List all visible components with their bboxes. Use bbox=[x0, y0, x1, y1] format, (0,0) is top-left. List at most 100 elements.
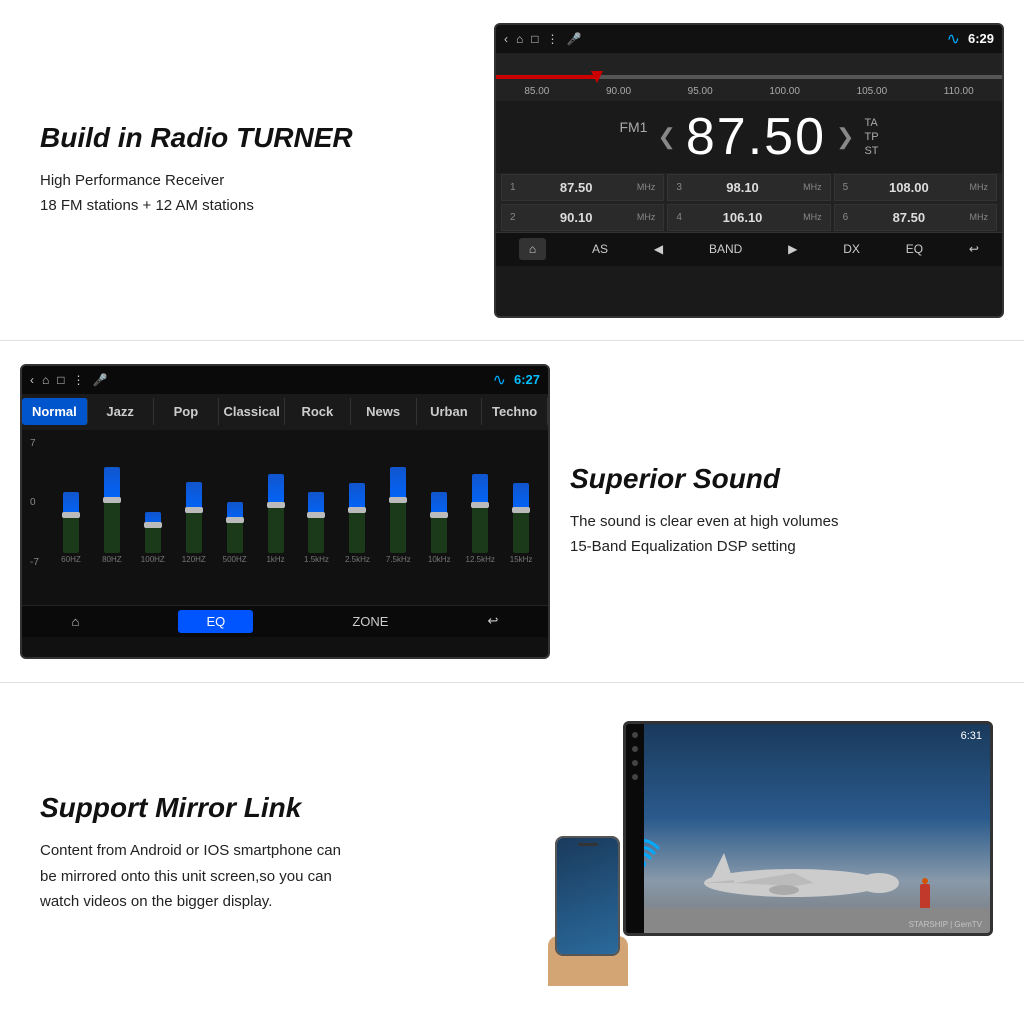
eq-mode-techno[interactable]: Techno bbox=[482, 398, 548, 425]
eq-mic-icon[interactable]: 🎤 bbox=[93, 373, 108, 387]
radio-freq-value: 87.50 bbox=[686, 107, 826, 167]
mirror-time: 6:31 bbox=[961, 730, 982, 742]
preset-1[interactable]: 187.50MHz bbox=[501, 174, 664, 201]
radio-dx-button[interactable]: DX bbox=[843, 242, 860, 256]
eq-bands: 60HZ 80HZ bbox=[52, 438, 540, 568]
radio-screen-wrap: ‹ ⌂ □ ⋮ 🎤 ∿ 6:29 bbox=[494, 23, 1004, 318]
eq-label-1_5khz: 1.5kHz bbox=[304, 555, 329, 564]
eq-mode-pop[interactable]: Pop bbox=[154, 398, 220, 425]
mirror-visual: 6:31 STARSHIP | GemTV bbox=[543, 721, 993, 986]
eq-home-button[interactable]: ⌂ bbox=[72, 614, 80, 629]
eq-band-12_5khz[interactable]: 12.5kHz bbox=[461, 474, 499, 564]
phone-screen bbox=[557, 838, 618, 954]
mirror-screen-wrap: 6:31 STARSHIP | GemTV bbox=[532, 721, 1004, 986]
eq-eq-button[interactable]: EQ bbox=[178, 610, 253, 633]
phone-body bbox=[555, 836, 620, 956]
eq-label-100hz: 100HZ bbox=[141, 555, 165, 564]
eq-mode-classical[interactable]: Classical bbox=[219, 398, 285, 425]
page: Build in Radio TURNER High Performance R… bbox=[0, 0, 1024, 1024]
preset-2[interactable]: 290.10MHz bbox=[501, 204, 664, 231]
eq-band-500hz[interactable]: 500HZ bbox=[216, 502, 254, 564]
eq-band-7_5khz[interactable]: 7.5kHz bbox=[379, 467, 417, 564]
eq-mode-urban[interactable]: Urban bbox=[417, 398, 483, 425]
radio-back-button[interactable]: ↩ bbox=[969, 242, 979, 256]
radio-main-display: FM1 ❮ 87.50 ❯ TA TP ST bbox=[496, 101, 1002, 173]
ta-label: TA bbox=[864, 117, 878, 129]
mirror-title: Support Mirror Link bbox=[40, 792, 512, 824]
eq-band-2_5khz[interactable]: 2.5kHz bbox=[338, 483, 376, 564]
eq-band-100hz[interactable]: 100HZ bbox=[134, 512, 172, 564]
eq-mode-jazz[interactable]: Jazz bbox=[88, 398, 154, 425]
radio-home-button[interactable]: ⌂ bbox=[519, 238, 546, 260]
freq-up-arrow[interactable]: ❯ bbox=[836, 124, 854, 150]
eq-bottom-bar: ⌂ EQ ZONE ↩ bbox=[22, 605, 548, 637]
eq-back-icon[interactable]: ‹ bbox=[30, 373, 34, 387]
eq-back-button[interactable]: ↩ bbox=[488, 613, 499, 629]
freq-labels: 85.00 90.00 95.00 100.00 105.00 110.00 bbox=[496, 86, 1002, 97]
mirror-text-block: Support Mirror Link Content from Android… bbox=[20, 782, 532, 925]
eq-band-10khz[interactable]: 10kHz bbox=[420, 492, 458, 564]
radio-section: Build in Radio TURNER High Performance R… bbox=[0, 0, 1024, 341]
eq-label-7_5khz: 7.5kHz bbox=[386, 555, 411, 564]
radio-band-button[interactable]: BAND bbox=[709, 242, 742, 256]
eq-label-10khz: 10kHz bbox=[428, 555, 451, 564]
preset-3[interactable]: 398.10MHz bbox=[667, 174, 830, 201]
eq-band-1_5khz[interactable]: 1.5kHz bbox=[298, 492, 336, 564]
eq-scale-mid: 0 bbox=[30, 497, 52, 508]
st-label: ST bbox=[864, 145, 878, 157]
freq-down-arrow[interactable]: ❮ bbox=[657, 124, 675, 150]
eq-mode-rock[interactable]: Rock bbox=[285, 398, 351, 425]
eq-mode-buttons: Normal Jazz Pop Classical Rock News Urba… bbox=[22, 394, 548, 430]
radio-time: 6:29 bbox=[968, 31, 994, 46]
preset-6[interactable]: 687.50MHz bbox=[834, 204, 997, 231]
radio-desc1: High Performance Receiver 18 FM stations… bbox=[40, 168, 474, 219]
eq-screen-wrap: ‹ ⌂ □ ⋮ 🎤 ∿ 6:27 Normal Jazz Pop bbox=[20, 364, 550, 659]
eq-label-80hz: 80HZ bbox=[102, 555, 122, 564]
eq-top-bar: ‹ ⌂ □ ⋮ 🎤 ∿ 6:27 bbox=[22, 366, 548, 394]
home-icon[interactable]: ⌂ bbox=[516, 32, 523, 46]
eq-menu-icon[interactable]: ⋮ bbox=[73, 373, 85, 387]
eq-home-icon[interactable]: ⌂ bbox=[42, 373, 49, 387]
eq-mode-normal[interactable]: Normal bbox=[22, 398, 88, 425]
menu-icon[interactable]: ⋮ bbox=[547, 32, 559, 46]
mirror-car-screen: 6:31 STARSHIP | GemTV bbox=[623, 721, 993, 936]
radio-prev-button[interactable]: ◀ bbox=[654, 242, 663, 256]
preset-5[interactable]: 5108.00MHz bbox=[834, 174, 997, 201]
sound-title: Superior Sound bbox=[570, 463, 984, 495]
mirror-desc: Content from Android or IOS smartphone c… bbox=[40, 838, 512, 915]
preset-4[interactable]: 4106.10MHz bbox=[667, 204, 830, 231]
eq-zone-button[interactable]: ZONE bbox=[352, 614, 388, 629]
radio-text-block: Build in Radio TURNER High Performance R… bbox=[20, 112, 494, 229]
radio-bottom-bar: ⌂ AS ◀ BAND ▶ DX EQ ↩ bbox=[496, 232, 1002, 266]
eq-time: 6:27 bbox=[514, 372, 540, 387]
eq-label-2_5khz: 2.5kHz bbox=[345, 555, 370, 564]
eq-band-15khz[interactable]: 15kHz bbox=[502, 483, 540, 564]
sound-desc: The sound is clear even at high volumes … bbox=[570, 509, 984, 560]
eq-band-1khz[interactable]: 1kHz bbox=[257, 474, 295, 564]
sound-section: ‹ ⌂ □ ⋮ 🎤 ∿ 6:27 Normal Jazz Pop bbox=[0, 341, 1024, 682]
eq-bluetooth-icon: ∿ bbox=[493, 370, 506, 390]
radio-screen: ‹ ⌂ □ ⋮ 🎤 ∿ 6:29 bbox=[494, 23, 1004, 318]
radio-next-button[interactable]: ▶ bbox=[788, 242, 797, 256]
mic-icon[interactable]: 🎤 bbox=[567, 32, 582, 46]
eq-mode-news[interactable]: News bbox=[351, 398, 417, 425]
radio-band: FM1 bbox=[619, 101, 647, 135]
bluetooth-time: ∿ 6:29 bbox=[947, 29, 994, 49]
eq-label-15khz: 15kHz bbox=[510, 555, 533, 564]
eq-scale-bot: -7 bbox=[30, 557, 52, 568]
eq-band-120hz[interactable]: 120HZ bbox=[175, 482, 213, 564]
eq-bands-area: 7 0 -7 60HZ bbox=[22, 430, 548, 605]
sound-text-block: Superior Sound The sound is clear even a… bbox=[550, 453, 1004, 570]
eq-band-60hz[interactable]: 60HZ bbox=[52, 492, 90, 564]
eq-label-120hz: 120HZ bbox=[182, 555, 206, 564]
square-icon[interactable]: □ bbox=[531, 32, 538, 46]
radio-eq-button[interactable]: EQ bbox=[906, 242, 923, 256]
eq-band-80hz[interactable]: 80HZ bbox=[93, 467, 131, 564]
radio-as-button[interactable]: AS bbox=[592, 242, 608, 256]
eq-label-60hz: 60HZ bbox=[61, 555, 81, 564]
radio-freq-bar: 85.00 90.00 95.00 100.00 105.00 110.00 bbox=[496, 53, 1002, 101]
eq-square-icon[interactable]: □ bbox=[57, 373, 64, 387]
back-icon[interactable]: ‹ bbox=[504, 32, 508, 46]
eq-scale: 7 0 -7 bbox=[30, 438, 52, 568]
mirror-section: Support Mirror Link Content from Android… bbox=[0, 683, 1024, 1024]
